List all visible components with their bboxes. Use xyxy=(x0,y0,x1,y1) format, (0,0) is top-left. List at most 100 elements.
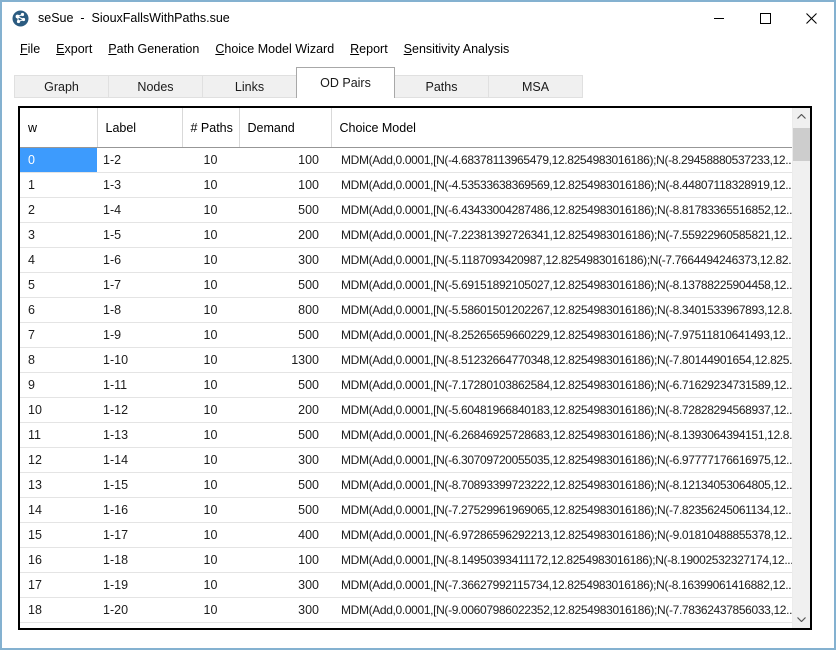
cell-choice-model[interactable]: MDM(Add,0.0001,[N(-5.1187093420987,12.82… xyxy=(331,248,792,273)
cell-label[interactable]: 1-8 xyxy=(97,298,182,323)
cell-w[interactable]: 12 xyxy=(20,448,97,473)
cell-num-paths[interactable]: 10 xyxy=(182,398,239,423)
cell-demand[interactable]: 300 xyxy=(239,573,331,598)
cell-choice-model[interactable]: MDM(Add,0.0001,[N(-6.26846925728683,12.8… xyxy=(331,423,792,448)
cell-demand[interactable]: 400 xyxy=(239,523,331,548)
tab-links[interactable]: Links xyxy=(202,75,297,98)
cell-choice-model[interactable]: MDM(Add,0.0001,[N(-7.17280103862584,12.8… xyxy=(331,373,792,398)
table-row[interactable]: 4 1-6 10 300 MDM(Add,0.0001,[N(-5.118709… xyxy=(20,248,792,273)
cell-label[interactable]: 1-10 xyxy=(97,348,182,373)
cell-demand[interactable]: 100 xyxy=(239,173,331,198)
table-row[interactable]: 3 1-5 10 200 MDM(Add,0.0001,[N(-7.223813… xyxy=(20,223,792,248)
scroll-down-button[interactable] xyxy=(793,611,810,628)
cell-choice-model[interactable]: MDM(Add,0.0001,[N(-9.00607986022352,12.8… xyxy=(331,598,792,623)
cell-demand[interactable]: 800 xyxy=(239,298,331,323)
cell-num-paths[interactable]: 10 xyxy=(182,298,239,323)
col-header-label[interactable]: Label xyxy=(97,108,182,148)
cell-choice-model[interactable]: MDM(Add,0.0001,[N(-8.70893399723222,12.8… xyxy=(331,473,792,498)
scroll-up-button[interactable] xyxy=(793,108,810,125)
cell-num-paths[interactable]: 10 xyxy=(182,448,239,473)
cell-label[interactable]: 1-18 xyxy=(97,548,182,573)
cell-num-paths[interactable]: 10 xyxy=(182,148,239,173)
menu-report[interactable]: Report xyxy=(342,37,396,61)
cell-demand[interactable]: 300 xyxy=(239,448,331,473)
cell-num-paths[interactable]: 10 xyxy=(182,198,239,223)
cell-choice-model[interactable]: MDM(Add,0.0001,[N(-8.14950393411172,12.8… xyxy=(331,548,792,573)
cell-choice-model[interactable]: MDM(Add,0.0001,[N(-5.58601501202267,12.8… xyxy=(331,298,792,323)
table-row[interactable]: 0 1-2 10 100 MDM(Add,0.0001,[N(-4.683781… xyxy=(20,148,792,173)
cell-num-paths[interactable]: 10 xyxy=(182,423,239,448)
table-row[interactable]: 17 1-19 10 300 MDM(Add,0.0001,[N(-7.3662… xyxy=(20,573,792,598)
table-row[interactable]: 6 1-8 10 800 MDM(Add,0.0001,[N(-5.586015… xyxy=(20,298,792,323)
cell-w[interactable]: 8 xyxy=(20,348,97,373)
scrollbar-track[interactable] xyxy=(793,125,810,611)
scrollbar-thumb[interactable] xyxy=(793,128,810,161)
tab-nodes[interactable]: Nodes xyxy=(108,75,203,98)
menu-sensitivity-analysis[interactable]: Sensitivity Analysis xyxy=(396,37,518,61)
cell-label[interactable]: 1-4 xyxy=(97,198,182,223)
cell-choice-model[interactable]: MDM(Add,0.0001,[N(-8.25265659660229,12.8… xyxy=(331,323,792,348)
menu-file[interactable]: File xyxy=(12,37,48,61)
table-row[interactable]: 10 1-12 10 200 MDM(Add,0.0001,[N(-5.6048… xyxy=(20,398,792,423)
cell-demand[interactable]: 500 xyxy=(239,323,331,348)
vertical-scrollbar[interactable] xyxy=(792,108,810,628)
cell-w[interactable]: 0 xyxy=(20,148,97,173)
table-row[interactable]: 8 1-10 10 1300 MDM(Add,0.0001,[N(-8.5123… xyxy=(20,348,792,373)
cell-w[interactable]: 6 xyxy=(20,298,97,323)
cell-num-paths[interactable]: 10 xyxy=(182,223,239,248)
cell-num-paths[interactable]: 10 xyxy=(182,323,239,348)
col-header-w[interactable]: w xyxy=(20,108,97,148)
table-row[interactable]: 13 1-15 10 500 MDM(Add,0.0001,[N(-8.7089… xyxy=(20,473,792,498)
cell-num-paths[interactable]: 10 xyxy=(182,273,239,298)
cell-label[interactable]: 1-20 xyxy=(97,598,182,623)
cell-choice-model[interactable]: MDM(Add,0.0001,[N(-8.51232664770348,12.8… xyxy=(331,348,792,373)
cell-num-paths[interactable]: 10 xyxy=(182,498,239,523)
close-button[interactable] xyxy=(788,2,834,34)
minimize-button[interactable] xyxy=(696,2,742,34)
cell-num-paths[interactable]: 10 xyxy=(182,173,239,198)
cell-w[interactable]: 14 xyxy=(20,498,97,523)
table-row[interactable]: 15 1-17 10 400 MDM(Add,0.0001,[N(-6.9728… xyxy=(20,523,792,548)
menu-export[interactable]: Export xyxy=(48,37,100,61)
cell-label[interactable]: 1-2 xyxy=(97,148,182,173)
tab-paths[interactable]: Paths xyxy=(394,75,489,98)
cell-label[interactable]: 1-7 xyxy=(97,273,182,298)
tab-msa[interactable]: MSA xyxy=(488,75,583,98)
cell-label[interactable]: 1-5 xyxy=(97,223,182,248)
col-header-demand[interactable]: Demand xyxy=(239,108,331,148)
cell-demand[interactable]: 500 xyxy=(239,473,331,498)
table-row[interactable]: 2 1-4 10 500 MDM(Add,0.0001,[N(-6.434330… xyxy=(20,198,792,223)
cell-w[interactable]: 11 xyxy=(20,423,97,448)
cell-label[interactable]: 1-14 xyxy=(97,448,182,473)
cell-choice-model[interactable]: MDM(Add,0.0001,[N(-5.60481966840183,12.8… xyxy=(331,398,792,423)
table-row[interactable]: 7 1-9 10 500 MDM(Add,0.0001,[N(-8.252656… xyxy=(20,323,792,348)
col-header-choice-model[interactable]: Choice Model xyxy=(331,108,792,148)
cell-choice-model[interactable]: MDM(Add,0.0001,[N(-5.69151892105027,12.8… xyxy=(331,273,792,298)
cell-label[interactable]: 1-3 xyxy=(97,173,182,198)
cell-label[interactable]: 1-6 xyxy=(97,248,182,273)
cell-w[interactable]: 17 xyxy=(20,573,97,598)
table-row[interactable]: 11 1-13 10 500 MDM(Add,0.0001,[N(-6.2684… xyxy=(20,423,792,448)
table-row[interactable]: 5 1-7 10 500 MDM(Add,0.0001,[N(-5.691518… xyxy=(20,273,792,298)
cell-num-paths[interactable]: 10 xyxy=(182,248,239,273)
cell-label[interactable]: 1-17 xyxy=(97,523,182,548)
cell-num-paths[interactable]: 10 xyxy=(182,348,239,373)
menu-path-generation[interactable]: Path Generation xyxy=(100,37,207,61)
maximize-button[interactable] xyxy=(742,2,788,34)
table-row[interactable]: 9 1-11 10 500 MDM(Add,0.0001,[N(-7.17280… xyxy=(20,373,792,398)
cell-label[interactable]: 1-9 xyxy=(97,323,182,348)
cell-choice-model[interactable]: MDM(Add,0.0001,[N(-7.27529961969065,12.8… xyxy=(331,498,792,523)
table-row[interactable]: 14 1-16 10 500 MDM(Add,0.0001,[N(-7.2752… xyxy=(20,498,792,523)
cell-demand[interactable]: 500 xyxy=(239,273,331,298)
cell-demand[interactable]: 300 xyxy=(239,248,331,273)
cell-choice-model[interactable]: MDM(Add,0.0001,[N(-6.43433004287486,12.8… xyxy=(331,198,792,223)
cell-demand[interactable]: 100 xyxy=(239,548,331,573)
cell-demand[interactable]: 500 xyxy=(239,373,331,398)
cell-w[interactable]: 5 xyxy=(20,273,97,298)
tab-graph[interactable]: Graph xyxy=(14,75,109,98)
table-row[interactable]: 18 1-20 10 300 MDM(Add,0.0001,[N(-9.0060… xyxy=(20,598,792,623)
cell-demand[interactable]: 100 xyxy=(239,148,331,173)
cell-num-paths[interactable]: 10 xyxy=(182,473,239,498)
cell-num-paths[interactable]: 10 xyxy=(182,548,239,573)
cell-w[interactable]: 1 xyxy=(20,173,97,198)
